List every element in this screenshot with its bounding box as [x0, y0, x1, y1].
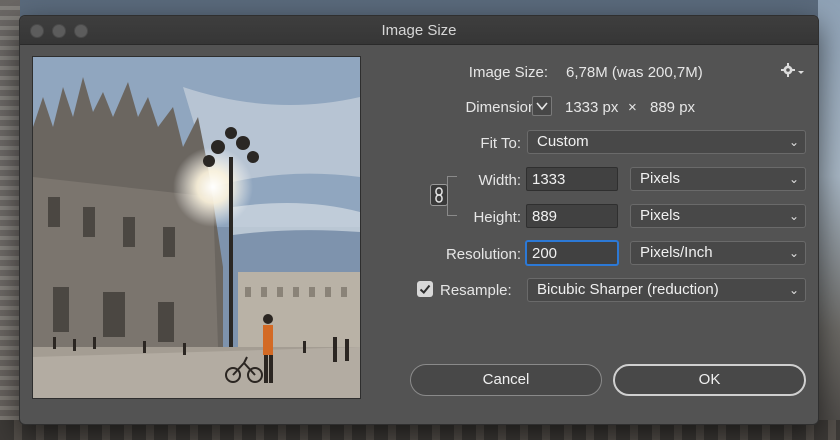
height-label: Height:	[473, 209, 521, 226]
chevron-down-icon: ⌄	[788, 135, 799, 149]
height-input[interactable]: 889	[526, 204, 618, 228]
background-photo-left	[0, 0, 20, 440]
preview-photo	[33, 57, 360, 398]
ok-button[interactable]: OK	[613, 364, 806, 396]
image-preview[interactable]	[32, 56, 361, 399]
dimensions-units-dropdown[interactable]	[532, 96, 552, 116]
width-label: Width:	[478, 172, 521, 189]
dimensions-height: 889 px	[650, 99, 696, 116]
width-unit-select[interactable]: Pixels ⌄	[630, 167, 806, 191]
cancel-button[interactable]: Cancel	[410, 364, 602, 396]
resample-checkbox[interactable]	[417, 281, 433, 297]
resolution-unit-select[interactable]: Pixels/Inch ⌄	[630, 241, 806, 265]
image-size-dialog: Image Size Image Size: 6,78M (was 200,7M…	[19, 15, 819, 425]
resample-label: Resample:	[440, 282, 512, 299]
width-input[interactable]: 1333	[526, 167, 618, 191]
height-unit-select[interactable]: Pixels ⌄	[630, 204, 806, 228]
height-unit-value: Pixels	[640, 207, 681, 224]
resolution-label: Resolution:	[445, 246, 521, 263]
fit-to-select[interactable]: Custom ⌄	[527, 130, 806, 154]
fit-to-value: Custom	[537, 133, 589, 150]
chevron-down-icon: ⌄	[788, 172, 799, 186]
chevron-down-icon: ⌄	[788, 283, 799, 297]
chevron-down-icon: ⌄	[788, 209, 799, 223]
title-bar[interactable]: Image Size	[20, 16, 818, 45]
dimensions-label: Dimensions:	[465, 99, 548, 116]
chevron-down-icon: ⌄	[788, 246, 799, 260]
resample-method-select[interactable]: Bicubic Sharper (reduction) ⌄	[527, 278, 806, 302]
resolution-unit-value: Pixels/Inch	[640, 244, 713, 261]
chevron-down-icon	[536, 102, 548, 111]
width-unit-value: Pixels	[640, 170, 681, 187]
image-size-value: 6,78M (was 200,7M)	[566, 64, 703, 81]
background-photo-right	[818, 0, 840, 440]
dimensions-times: ×	[628, 99, 637, 116]
resolution-input[interactable]: 200	[526, 241, 618, 265]
image-size-label: Image Size:	[468, 64, 548, 81]
dimensions-width: 1333 px	[565, 99, 619, 116]
checkmark-icon	[419, 284, 431, 294]
gear-icon[interactable]	[780, 61, 806, 79]
window-title: Image Size	[381, 22, 457, 39]
resample-method-value: Bicubic Sharper (reduction)	[537, 281, 719, 298]
fit-to-label: Fit To:	[480, 135, 521, 152]
